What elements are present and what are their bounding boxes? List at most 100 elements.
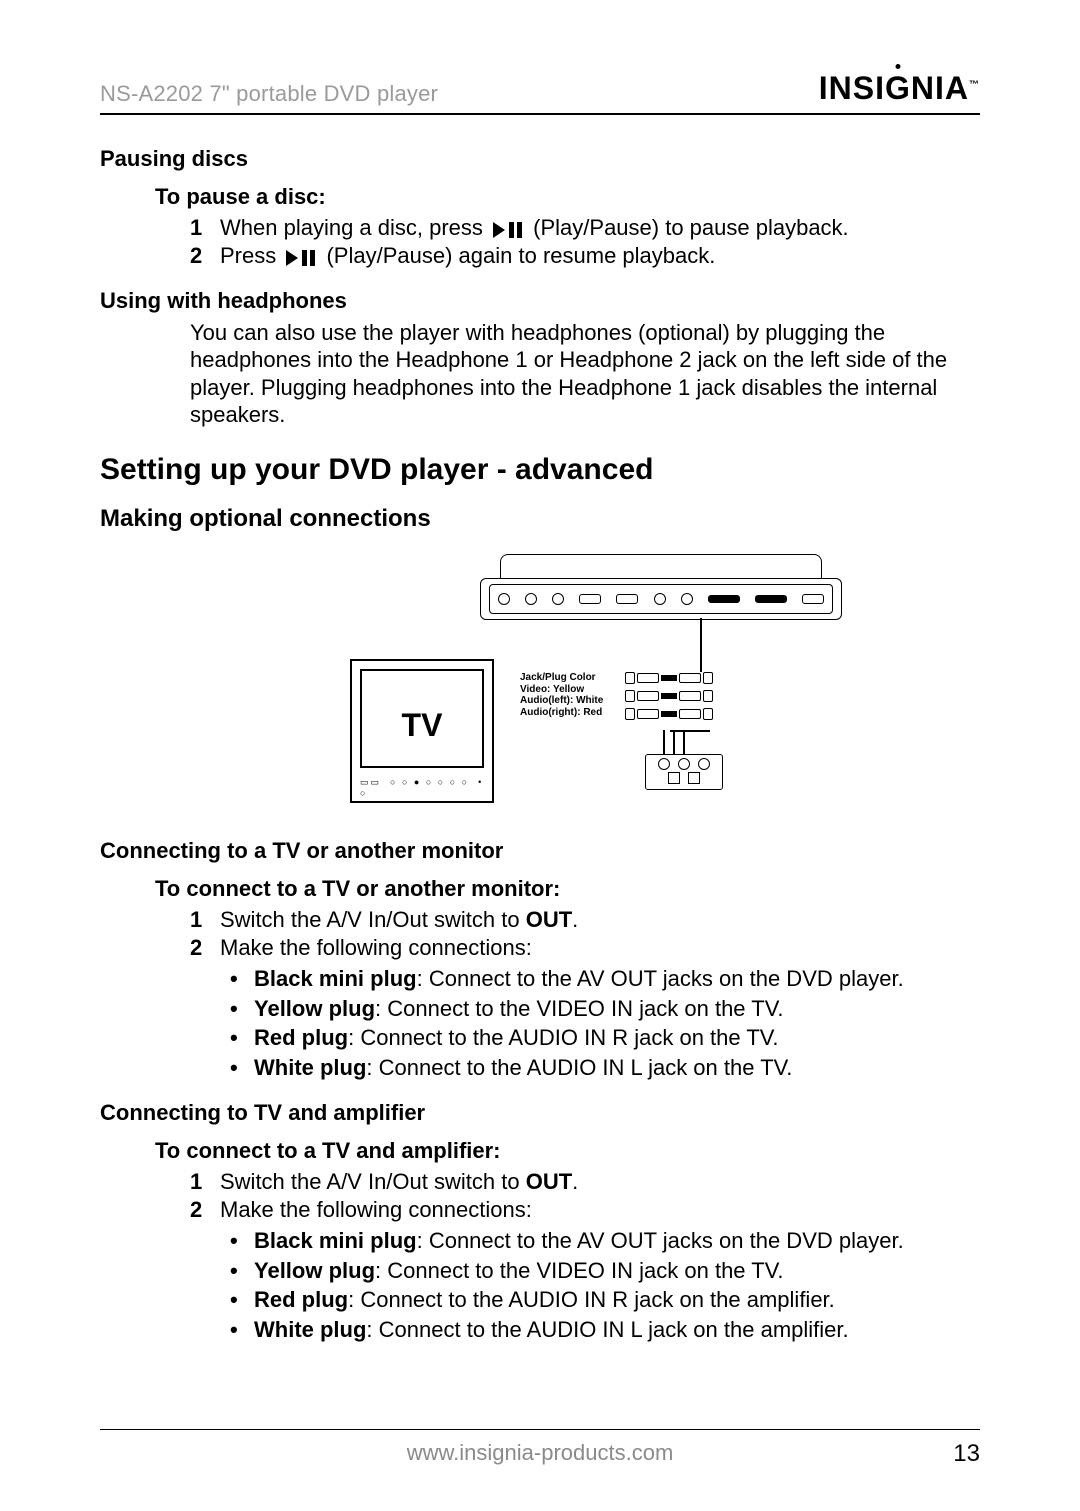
step-text: When playing a disc, press (Play/Pause) … — [220, 214, 980, 242]
footer-url: www.insignia-products.com — [407, 1440, 674, 1466]
content-body: Pausing discs To pause a disc: 1 When pl… — [100, 145, 980, 1343]
legend-audio-right: Audio(right): Red — [520, 707, 603, 719]
list-item: • Yellow plug: Connect to the VIDEO IN ja… — [230, 995, 980, 1023]
step-text: Switch the A/V In/Out switch to OUT. — [220, 1168, 980, 1196]
wire-icon — [673, 730, 675, 754]
text: When playing a disc, press — [220, 215, 489, 240]
dvd-player-body — [480, 578, 842, 620]
text: Press — [220, 243, 282, 268]
jack-icon — [688, 772, 700, 784]
heading-headphones: Using with headphones — [100, 287, 980, 315]
amp-step-2: 2 Make the following connections: — [190, 1196, 980, 1224]
step-text: Press (Play/Pause) again to resume playb… — [220, 242, 980, 270]
header-bar: NS-A2202 7" portable DVD player INSIGNIA… — [100, 70, 980, 115]
step-number: 1 — [190, 906, 206, 934]
legend-title: Jack/Plug Color — [520, 672, 603, 684]
heading-connect-amp: Connecting to TV and amplifier — [100, 1099, 980, 1127]
port-icon — [498, 593, 510, 605]
bullet-icon: • — [230, 1054, 242, 1082]
port-icon — [755, 595, 787, 603]
heading-pausing-discs: Pausing discs — [100, 145, 980, 173]
subheading-connect-amp: To connect to a TV and amplifier: — [155, 1137, 980, 1165]
tv-shape: TV ▭▭ ○ ○ ● ○ ○ ○ ○ • ○ — [350, 659, 494, 803]
bullet-text: Red plug: Connect to the AUDIO IN R jack… — [254, 1024, 980, 1052]
manual-page: NS-A2202 7" portable DVD player INSIGNIA… — [0, 0, 1080, 1511]
text: : Connect to the AV OUT jacks on the DVD… — [417, 966, 904, 991]
port-icon — [616, 594, 638, 604]
heading-optional-connections: Making optional connections — [100, 504, 980, 534]
step-number: 1 — [190, 1168, 206, 1196]
heading-connect-tv: Connecting to a TV or another monitor — [100, 837, 980, 865]
wire-icon — [670, 730, 710, 732]
legend-video: Video: Yellow — [520, 684, 603, 696]
list-item: •Black mini plug: Connect to the AV OUT … — [230, 965, 980, 993]
bullet-icon: • — [230, 1227, 242, 1255]
subheading-to-pause: To pause a disc: — [155, 183, 980, 211]
bullet-icon: • — [230, 1257, 242, 1285]
step-text: Make the following connections: — [220, 934, 980, 962]
text-strong: OUT — [526, 1169, 572, 1194]
port-icon — [802, 594, 824, 604]
text: Audio(right): — [520, 707, 583, 718]
pause-steps: 1 When playing a disc, press (Play/Pause… — [190, 214, 980, 269]
text-strong: Yellow plug — [254, 996, 375, 1021]
dvd-port-row — [489, 584, 833, 614]
tv-bullet-list: • Black mini plug: Connect to the AV OUT … — [230, 965, 980, 1081]
list-item: •Red plug: Connect to the AUDIO IN R jac… — [230, 1024, 980, 1052]
text: Switch the A/V In/Out switch to — [220, 1169, 526, 1194]
connection-diagram: TV ▭▭ ○ ○ ● ○ ○ ○ ○ • ○ Jack/Plug Color … — [240, 554, 840, 819]
text-strong: Yellow plug — [254, 1258, 375, 1283]
plug-icon — [625, 708, 713, 720]
step-number: 2 — [190, 934, 206, 962]
port-icon — [525, 593, 537, 605]
wire-icon — [663, 730, 665, 754]
text: Red — [583, 707, 602, 718]
text-strong: Red plug — [254, 1025, 348, 1050]
text: : Connect to the VIDEO IN jack on the TV… — [375, 1258, 783, 1283]
bullet-text: Yellow plug: Connect to the VIDEO IN jac… — [254, 995, 980, 1023]
plug-icon — [625, 672, 713, 684]
text: : Connect to the AUDIO IN L jack on the … — [366, 1317, 848, 1342]
tv-step-1: 1 Switch the A/V In/Out switch to OUT. — [190, 906, 980, 934]
tv-screen: TV — [360, 669, 484, 768]
wire-icon — [683, 730, 685, 754]
tv-label: TV — [362, 705, 482, 745]
tv-step-2: 2 Make the following connections: — [190, 934, 980, 962]
port-icon — [552, 593, 564, 605]
text: (Play/Pause) to pause playback. — [533, 215, 849, 240]
page-number: 13 — [953, 1440, 980, 1468]
bullet-text: Black mini plug: Connect to the AV OUT j… — [254, 965, 980, 993]
bullet-icon: • — [230, 995, 242, 1023]
bullet-icon: • — [230, 1286, 242, 1314]
pause-step-2: 2 Press (Play/Pause) again to resume pla… — [190, 242, 980, 270]
text-strong: Black mini plug — [254, 1228, 417, 1253]
tv-controls-icon: ▭▭ ○ ○ ● ○ ○ ○ ○ • ○ — [360, 777, 484, 795]
port-icon — [654, 593, 666, 605]
jack-color-legend: Jack/Plug Color Video: Yellow Audio(left… — [520, 672, 603, 718]
tv-steps: 1 Switch the A/V In/Out switch to OUT. 2… — [190, 906, 980, 961]
subheading-connect-tv: To connect to a TV or another monitor: — [155, 875, 980, 903]
heading-setup-advanced: Setting up your DVD player - advanced — [100, 451, 980, 489]
step-number: 2 — [190, 242, 206, 270]
text: . — [572, 907, 578, 932]
jack-icon — [698, 758, 710, 770]
jack-icon — [678, 758, 690, 770]
text-strong: White plug — [254, 1317, 366, 1342]
bullet-text: White plug: Connect to the AUDIO IN L ja… — [254, 1316, 980, 1344]
text: : Connect to the AUDIO IN R jack on the … — [348, 1287, 835, 1312]
jack-icon — [668, 772, 680, 784]
text-strong: OUT — [526, 907, 572, 932]
port-icon — [681, 593, 693, 605]
cable-plugs — [625, 672, 713, 720]
list-item: • Black mini plug: Connect to the AV OUT … — [230, 1227, 980, 1255]
text: Switch the A/V In/Out switch to — [220, 907, 526, 932]
text: : Connect to the AV OUT jacks on the DVD… — [417, 1228, 904, 1253]
bullet-text: Yellow plug: Connect to the VIDEO IN jac… — [254, 1257, 980, 1285]
document-title: NS-A2202 7" portable DVD player — [100, 81, 438, 107]
step-number: 2 — [190, 1196, 206, 1224]
dvd-lid — [500, 554, 822, 580]
step-number: 1 — [190, 214, 206, 242]
bullet-text: White plug: Connect to the AUDIO IN L ja… — [254, 1054, 980, 1082]
list-item: •Red plug: Connect to the AUDIO IN R jac… — [230, 1286, 980, 1314]
text: : Connect to the AUDIO IN L jack on the … — [366, 1055, 792, 1080]
